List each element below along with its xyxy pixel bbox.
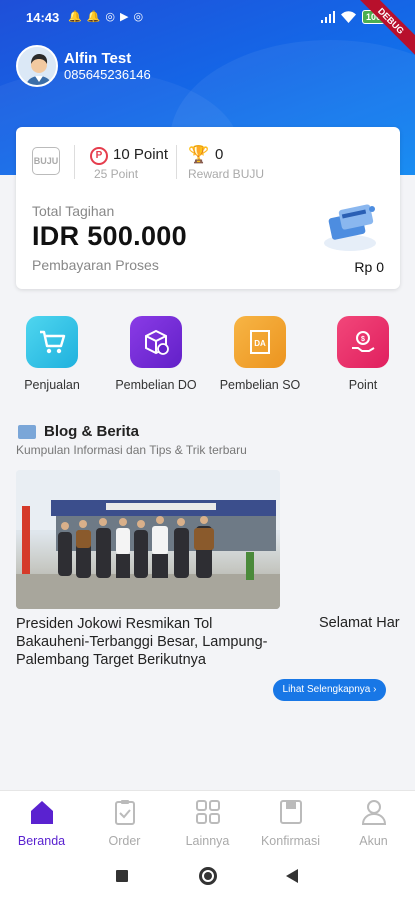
- nav-label: Konfirmasi: [260, 834, 321, 848]
- news-title[interactable]: Selamat Har: [319, 615, 400, 631]
- clipboard-icon: [114, 800, 135, 825]
- menu-item-penjualan[interactable]: Penjualan: [2, 316, 102, 392]
- nav-konfirmasi[interactable]: Konfirmasi: [249, 799, 332, 848]
- menu-label: Penjualan: [24, 378, 80, 392]
- svg-text:$: $: [361, 336, 365, 343]
- status-time: 14:43: [26, 10, 60, 25]
- user-icon: [361, 800, 386, 825]
- bell-icon: 🔔: [68, 11, 82, 23]
- profile-header[interactable]: Alfin Test 085645236146: [16, 45, 151, 87]
- point-sub: 25 Point: [94, 167, 139, 181]
- blog-title-text: Blog & Berita: [44, 423, 140, 440]
- signal-icon: [320, 11, 335, 23]
- box-icon: [130, 316, 182, 368]
- svg-text:DA: DA: [254, 339, 266, 348]
- avatar[interactable]: [16, 45, 58, 87]
- point-icon: P: [90, 147, 108, 165]
- nav-label: Beranda: [17, 834, 66, 848]
- summary-card: BUJU P 10 Point 25 Point 🏆 0 Reward BUJU…: [16, 127, 400, 289]
- recents-icon[interactable]: [116, 870, 128, 882]
- menu-item-pembelian-so[interactable]: DA Pembelian SO: [210, 316, 310, 392]
- menu-label: Point: [348, 378, 378, 392]
- notification-icons: 🔔 🔔 ◎ ▶ ◎: [68, 10, 143, 23]
- youtube-icon: ▶: [120, 11, 129, 23]
- menu-item-point[interactable]: $ Point: [313, 316, 413, 392]
- nav-akun[interactable]: Akun: [332, 799, 415, 848]
- total-label: Total Tagihan: [32, 203, 115, 219]
- wifi-icon: [340, 11, 356, 23]
- buju-logo: BUJU: [32, 147, 60, 175]
- blog-section-title: Blog & Berita: [18, 423, 139, 440]
- point-value[interactable]: 10 Point: [113, 146, 168, 163]
- home-button-icon[interactable]: [199, 867, 217, 885]
- news-title[interactable]: Presiden Jokowi Resmikan Tol Bakauheni-T…: [16, 615, 280, 669]
- bottom-navigation: Beranda Order Lainnya Konfirmasi Akun: [0, 790, 415, 850]
- user-name: Alfin Test: [64, 50, 132, 67]
- menu-label: Pembelian SO: [219, 378, 301, 392]
- nav-lainnya[interactable]: Lainnya: [166, 799, 249, 848]
- payment-status: Pembayaran Proses: [32, 257, 159, 273]
- nav-beranda[interactable]: Beranda: [0, 799, 83, 848]
- bell-icon: 🔔: [86, 11, 101, 23]
- menu-item-pembelian-do[interactable]: Pembelian DO: [106, 316, 206, 392]
- news-icon: [18, 424, 36, 439]
- sync-icon: ◎: [105, 11, 116, 23]
- da-box-icon: DA: [234, 316, 286, 368]
- nav-label: Order: [108, 834, 141, 848]
- cart-icon: [26, 316, 78, 368]
- home-icon: [30, 801, 53, 824]
- quick-menu: Penjualan Pembelian DO DA Pembelian SO $…: [0, 316, 415, 396]
- grid-icon: [195, 800, 220, 824]
- inbox-icon: [279, 800, 302, 824]
- back-icon[interactable]: [286, 869, 298, 883]
- menu-label: Pembelian DO: [115, 378, 197, 392]
- reward-value[interactable]: 0: [215, 146, 223, 163]
- blog-subtitle: Kumpulan Informasi dan Tips & Trik terba…: [16, 443, 247, 457]
- system-navigation-bar: [0, 850, 415, 900]
- coin-hand-icon: $: [337, 316, 389, 368]
- reward-sub: Reward BUJU: [188, 167, 265, 181]
- total-value: IDR 500.000: [32, 221, 187, 251]
- status-bar: 14:43 🔔 🔔 ◎ ▶ ◎ 100: [0, 0, 415, 34]
- nav-label: Akun: [359, 834, 388, 848]
- see-more-button[interactable]: Lihat Selengkapnya ›: [273, 679, 386, 701]
- news-image[interactable]: [16, 470, 280, 609]
- wallet-illustration-icon: [324, 204, 376, 251]
- sync-icon: ◎: [133, 11, 144, 23]
- user-phone: 085645236146: [64, 67, 151, 82]
- balance-value: Rp 0: [354, 259, 384, 275]
- news-card[interactable]: Presiden Jokowi Resmikan Tol Bakauheni-T…: [16, 470, 280, 669]
- nav-order[interactable]: Order: [83, 799, 166, 848]
- nav-label: Lainnya: [185, 834, 230, 848]
- trophy-icon: 🏆: [188, 145, 210, 164]
